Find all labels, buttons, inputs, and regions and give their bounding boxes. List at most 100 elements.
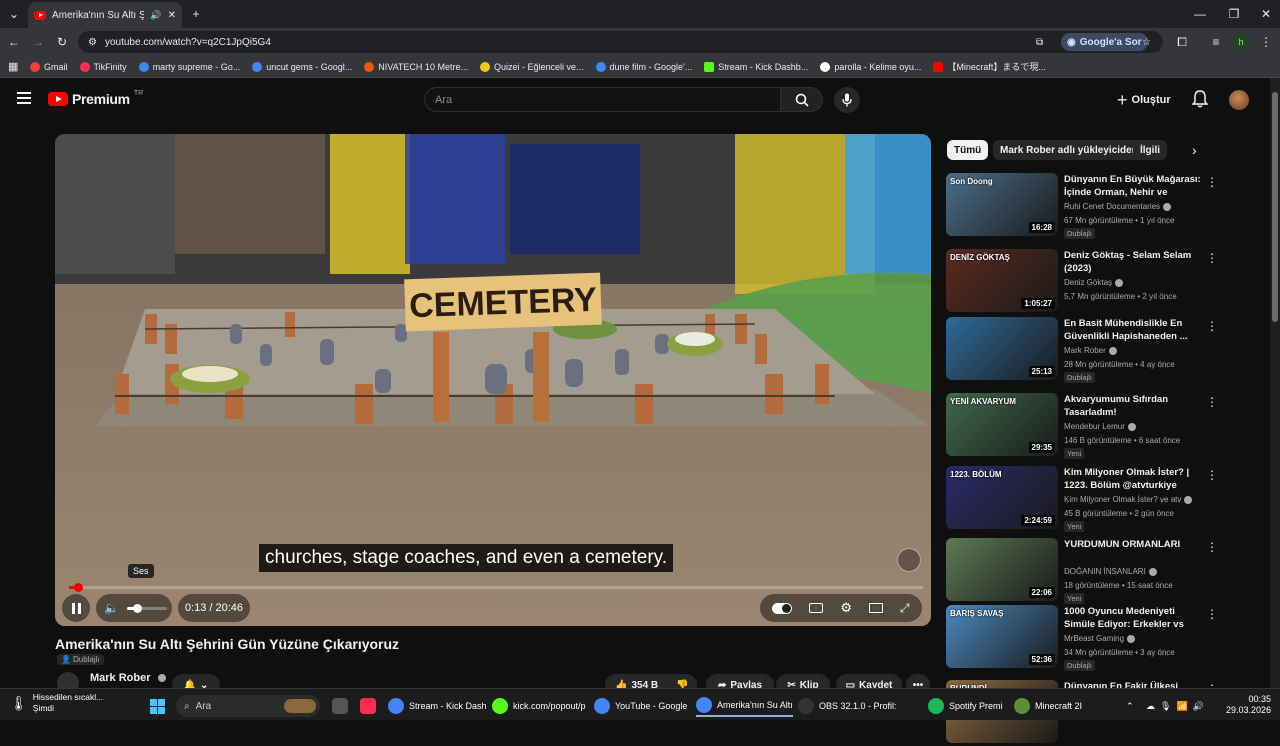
settings-gear-icon[interactable]: ⚙	[840, 600, 852, 616]
channel-name[interactable]: Mark Rober	[90, 672, 151, 684]
more-vertical-icon[interactable]: ⋮	[1206, 395, 1218, 409]
bookmark-item[interactable]: NIVATECH 10 Metre...	[364, 61, 468, 72]
more-vertical-icon[interactable]: ⋮	[1206, 175, 1218, 189]
cloud-icon[interactable]: ☁	[1146, 701, 1155, 712]
subtitles-icon[interactable]	[809, 603, 824, 613]
progress-bar[interactable]	[69, 583, 923, 592]
recommendation-item[interactable]: YENİ AKVARYUM 29:35 Akvaryumumu Sıfırdan T…	[946, 393, 1258, 459]
apps-grid-icon[interactable]: ▦	[8, 60, 18, 73]
taskbar-app[interactable]: kick.com/popout/p	[492, 695, 586, 717]
recommendation-item[interactable]: BARIŞ SAVAŞ 52:36 1000 Oyuncu Medeniyeti S…	[946, 605, 1258, 671]
bookmark-item[interactable]: dune film - Google'...	[595, 61, 692, 72]
recommendation-channel[interactable]: Mendebur Lemur	[1064, 422, 1136, 431]
video-thumbnail[interactable]: BARIŞ SAVAŞ 52:36	[946, 605, 1058, 668]
taskbar-app[interactable]: Minecraft 2I	[1014, 695, 1082, 717]
scrollbar-thumb[interactable]	[1272, 92, 1278, 322]
voice-search-button[interactable]	[834, 87, 860, 113]
address-bar[interactable]: ⚙ youtube.com/watch?v=q2C1JpQi5G4 ⧉ ◉ Go…	[78, 31, 1163, 53]
bookmark-item[interactable]: Gmail	[30, 61, 68, 72]
bookmark-item[interactable]: Quizei - Eğlenceli ve...	[479, 61, 584, 72]
recommendation-title[interactable]: 1000 Oyuncu Medeniyeti Simüle Ediyor: Er…	[1064, 605, 1204, 632]
show-hidden-icons[interactable]: ⌃	[1126, 695, 1134, 717]
chrome-menu-icon[interactable]: ⋮	[1256, 32, 1276, 52]
more-vertical-icon[interactable]: ⋮	[1206, 468, 1218, 482]
fullscreen-icon[interactable]: ⤢	[900, 601, 910, 616]
bookmark-item[interactable]: parolla - Kelime oyu...	[820, 61, 921, 72]
tab-close-icon[interactable]: ✕	[168, 10, 176, 21]
create-button[interactable]: + Oluştur	[1117, 89, 1171, 111]
recommendation-title[interactable]: Dünyanın En Büyük Mağarası: İçinde Orman…	[1064, 173, 1204, 200]
chip-all[interactable]: Tümü	[947, 140, 989, 160]
taskbar-app[interactable]: Amerika'nın Su Altı	[696, 695, 793, 717]
more-vertical-icon[interactable]: ⋮	[1206, 540, 1218, 554]
taskbar-app[interactable]: Stream - Kick Dash	[388, 695, 487, 717]
recommendation-channel[interactable]: DOĞANIN İNSANLARI	[1064, 567, 1157, 576]
bookmark-item[interactable]: TikFinity	[79, 61, 127, 72]
more-vertical-icon[interactable]: ⋮	[1206, 251, 1218, 265]
start-button[interactable]	[150, 695, 165, 717]
reading-list-icon[interactable]: ≡	[1206, 32, 1226, 52]
extensions-icon[interactable]: ⧠	[1172, 32, 1192, 52]
clock[interactable]: 00:35 29.03.2026	[1226, 694, 1271, 716]
page-scrollbar[interactable]	[1270, 78, 1280, 688]
menu-hamburger-icon[interactable]	[17, 92, 31, 104]
recommendation-title[interactable]: En Basit Mühendislikle En Güvenlikli Hap…	[1064, 317, 1204, 343]
volume-icon[interactable]: 🔈	[104, 601, 119, 615]
notifications-bell-icon[interactable]	[1191, 90, 1209, 113]
browser-tab-active[interactable]: Amerika'nın Su Altı Şehrini 🔊 ✕	[28, 2, 182, 28]
profile-avatar[interactable]: h	[1231, 32, 1251, 52]
video-thumbnail[interactable]: YENİ AKVARYUM 29:35	[946, 393, 1058, 456]
site-info-icon[interactable]: ⚙	[88, 37, 97, 48]
recommendation-channel[interactable]: Deniz Göktaş	[1064, 278, 1124, 287]
video-thumbnail[interactable]: Son Doong 16:28	[946, 173, 1058, 236]
taskbar-app[interactable]: OBS 32.1.0 - Profil:	[798, 695, 897, 717]
autoplay-toggle[interactable]	[772, 602, 793, 614]
google-ask-button[interactable]: ◉ Google'a Sor	[1061, 33, 1148, 51]
youtube-logo[interactable]: Premium TR	[48, 90, 143, 107]
speaker-icon[interactable]: 🔊	[150, 10, 161, 21]
video-thumbnail[interactable]: 25:13	[946, 317, 1058, 380]
more-vertical-icon[interactable]: ⋮	[1206, 607, 1218, 621]
bookmark-star-icon[interactable]: ☆	[1142, 37, 1151, 48]
recommendation-channel[interactable]: Ruhi Cenet Documentaries	[1064, 202, 1172, 211]
restore-button[interactable]: ❐	[1224, 4, 1244, 24]
chevron-right-icon[interactable]: ›	[1192, 142, 1197, 158]
volume-knob[interactable]	[132, 603, 142, 613]
task-view-button[interactable]	[332, 695, 348, 717]
search-button[interactable]	[781, 87, 823, 112]
recommendation-item[interactable]: Son Doong 16:28 Dünyanın En Büyük Mağarası…	[946, 173, 1258, 239]
minimize-button[interactable]: —	[1190, 4, 1210, 24]
pause-button[interactable]	[62, 594, 90, 622]
chip-from-uploader[interactable]: Mark Rober adlı yükleyiciden	[993, 140, 1145, 160]
recommendation-channel[interactable]: Mark Rober	[1064, 346, 1117, 355]
recommendation-item[interactable]: DENİZ GÖKTAŞ 1:05:27 Deniz Göktaş - Selam …	[946, 249, 1258, 315]
more-vertical-icon[interactable]: ⋮	[1206, 319, 1218, 333]
recommendation-title[interactable]: Deniz Göktaş - Selam Selam (2023)	[1064, 249, 1204, 275]
window-close-button[interactable]: ✕	[1256, 4, 1276, 24]
video-thumbnail[interactable]: 1223. BÖLÜM 2:24:59	[946, 466, 1058, 529]
recommendation-title[interactable]: YURDUMUN ORMANLARI	[1064, 538, 1204, 551]
channel-name-row[interactable]: Mark Rober	[90, 672, 166, 684]
forward-icon[interactable]: →	[28, 32, 48, 52]
recommendation-title[interactable]: Akvaryumumu Sıfırdan Tasarladım!	[1064, 393, 1204, 419]
recommendation-item[interactable]: 22:06 YURDUMUN ORMANLARI DOĞANIN İNSANLARI…	[946, 538, 1258, 604]
search-input[interactable]: Ara	[424, 87, 781, 112]
chip-related[interactable]: İlgili	[1133, 140, 1167, 160]
microphone-icon[interactable]: 🎙	[1160, 701, 1171, 712]
taskbar-app[interactable]: Spotify Premi	[928, 695, 1003, 717]
video-thumbnail[interactable]: DENİZ GÖKTAŞ 1:05:27	[946, 249, 1058, 312]
volume-control[interactable]: 🔈	[96, 594, 172, 622]
channel-watermark-icon[interactable]	[897, 548, 921, 572]
weather-widget[interactable]: 🌡 Hissedilen sıcakl... Şimdi	[10, 692, 103, 714]
recommendation-item[interactable]: 25:13 En Basit Mühendislikle En Güvenlikl…	[946, 317, 1258, 383]
video-thumbnail[interactable]: 22:06	[946, 538, 1058, 601]
tab-search-icon[interactable]: ⌄	[4, 4, 24, 24]
progress-scrubber[interactable]	[73, 583, 83, 592]
volume-slider[interactable]	[126, 603, 167, 613]
recommendation-title[interactable]: Kim Milyoner Olmak İster? | 1223. Bölüm …	[1064, 466, 1204, 492]
wifi-icon[interactable]: 📶	[1176, 701, 1187, 712]
recommendation-channel[interactable]: Kim Milyoner Olmak İster? ve atv	[1064, 495, 1193, 504]
taskbar-search[interactable]: ⌕ Ara	[176, 695, 320, 717]
install-app-icon[interactable]: ⧉	[1036, 37, 1043, 48]
reload-icon[interactable]: ↻	[52, 32, 72, 52]
